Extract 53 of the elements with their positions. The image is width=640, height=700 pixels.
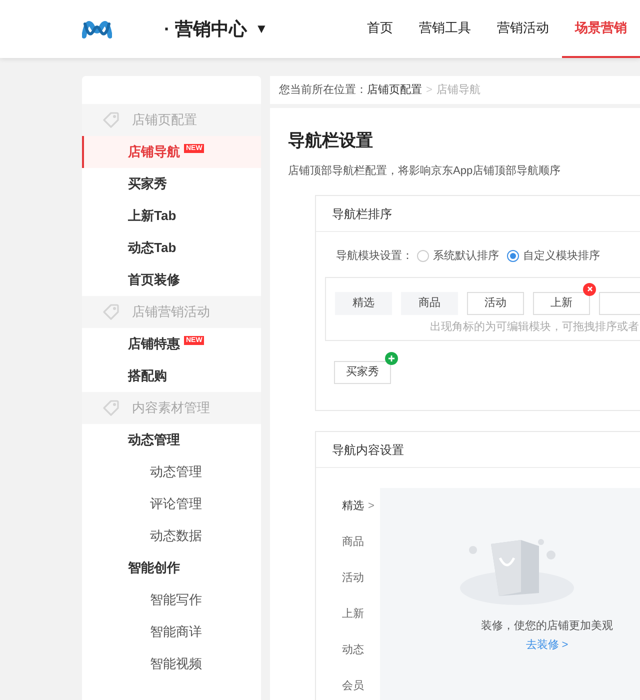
nav-tab[interactable]: 营销活动: [484, 0, 562, 58]
page-description: 店铺顶部导航栏配置，将影响京东App店铺顶部导航顺序: [288, 164, 562, 178]
radio-group-label: 导航模块设置：: [336, 248, 413, 264]
sidebar-item[interactable]: 动态数据: [82, 520, 261, 552]
card-title: 导航内容设置: [316, 432, 640, 468]
nav-tab[interactable]: 场景营销: [562, 0, 640, 58]
sidebar-item[interactable]: 首页装修: [82, 264, 261, 296]
content-tab[interactable]: 上新: [342, 596, 380, 632]
nav-tab[interactable]: 营销工具: [406, 0, 484, 58]
sidebar-item[interactable]: 上新Tab: [82, 200, 261, 232]
breadcrumb-separator: >: [426, 82, 432, 98]
nav-tab[interactable]: 首页: [354, 0, 406, 58]
radio-icon[interactable]: [417, 250, 429, 262]
module-chip[interactable]: 商品: [401, 292, 458, 314]
brand-title: · 营销中心: [164, 18, 247, 40]
content-tab[interactable]: 商品: [342, 524, 380, 560]
sidebar-item[interactable]: 动态管理: [82, 456, 261, 488]
add-icon[interactable]: [385, 352, 398, 364]
radio-option[interactable]: 系统默认排序: [417, 248, 499, 264]
sidebar-item[interactable]: 智能写作: [82, 584, 261, 616]
content-tab[interactable]: 精选 >: [342, 488, 380, 524]
sidebar-item[interactable]: 智能商详: [82, 616, 261, 648]
sidebar-item[interactable]: 动态Tab: [82, 232, 261, 264]
content-tab[interactable]: 会员: [342, 668, 380, 700]
module-chip[interactable]: 活动: [467, 292, 524, 314]
card-title: 导航栏排序: [316, 196, 640, 232]
breadcrumb-label: 您当前所在位置：: [279, 82, 367, 98]
sidebar-item[interactable]: 智能创作: [82, 552, 261, 584]
content-tab[interactable]: 活动: [342, 560, 380, 596]
group-title: 店铺营销活动: [132, 303, 210, 322]
group-title: 内容素材管理: [132, 399, 210, 418]
page-title: 导航栏设置: [288, 130, 374, 152]
module-hint: 出现角标的为可编辑模块，可拖拽排序或者: [429, 320, 640, 334]
module-chip[interactable]: 买家秀: [334, 360, 391, 384]
tag-icon: [102, 111, 120, 129]
sidebar-item[interactable]: 评论管理: [82, 488, 261, 520]
module-chip[interactable]: 上新: [533, 292, 590, 314]
sidebar-item[interactable]: 智能视频: [82, 648, 261, 680]
content-tab[interactable]: 动态: [342, 632, 380, 668]
remove-icon[interactable]: [583, 282, 596, 296]
sidebar-item[interactable]: 买家秀: [82, 168, 261, 200]
shopping-bag-icon: [459, 536, 575, 606]
sidebar-item[interactable]: 动态管理: [82, 424, 261, 456]
tag-icon: [102, 303, 120, 321]
radio-option[interactable]: 自定义模块排序: [507, 248, 600, 264]
radio-icon[interactable]: [507, 250, 519, 262]
breadcrumb-link[interactable]: 店铺页配置: [367, 82, 422, 98]
empty-state-text: 装修，使您的店铺更加美观: [480, 618, 613, 634]
group-title: 店铺页配置: [132, 111, 197, 130]
module-chip[interactable]: 精选: [335, 292, 392, 314]
sidebar-item[interactable]: 搭配购: [82, 360, 261, 392]
caret-icon[interactable]: ▼: [255, 19, 268, 39]
tag-icon: [102, 399, 120, 417]
